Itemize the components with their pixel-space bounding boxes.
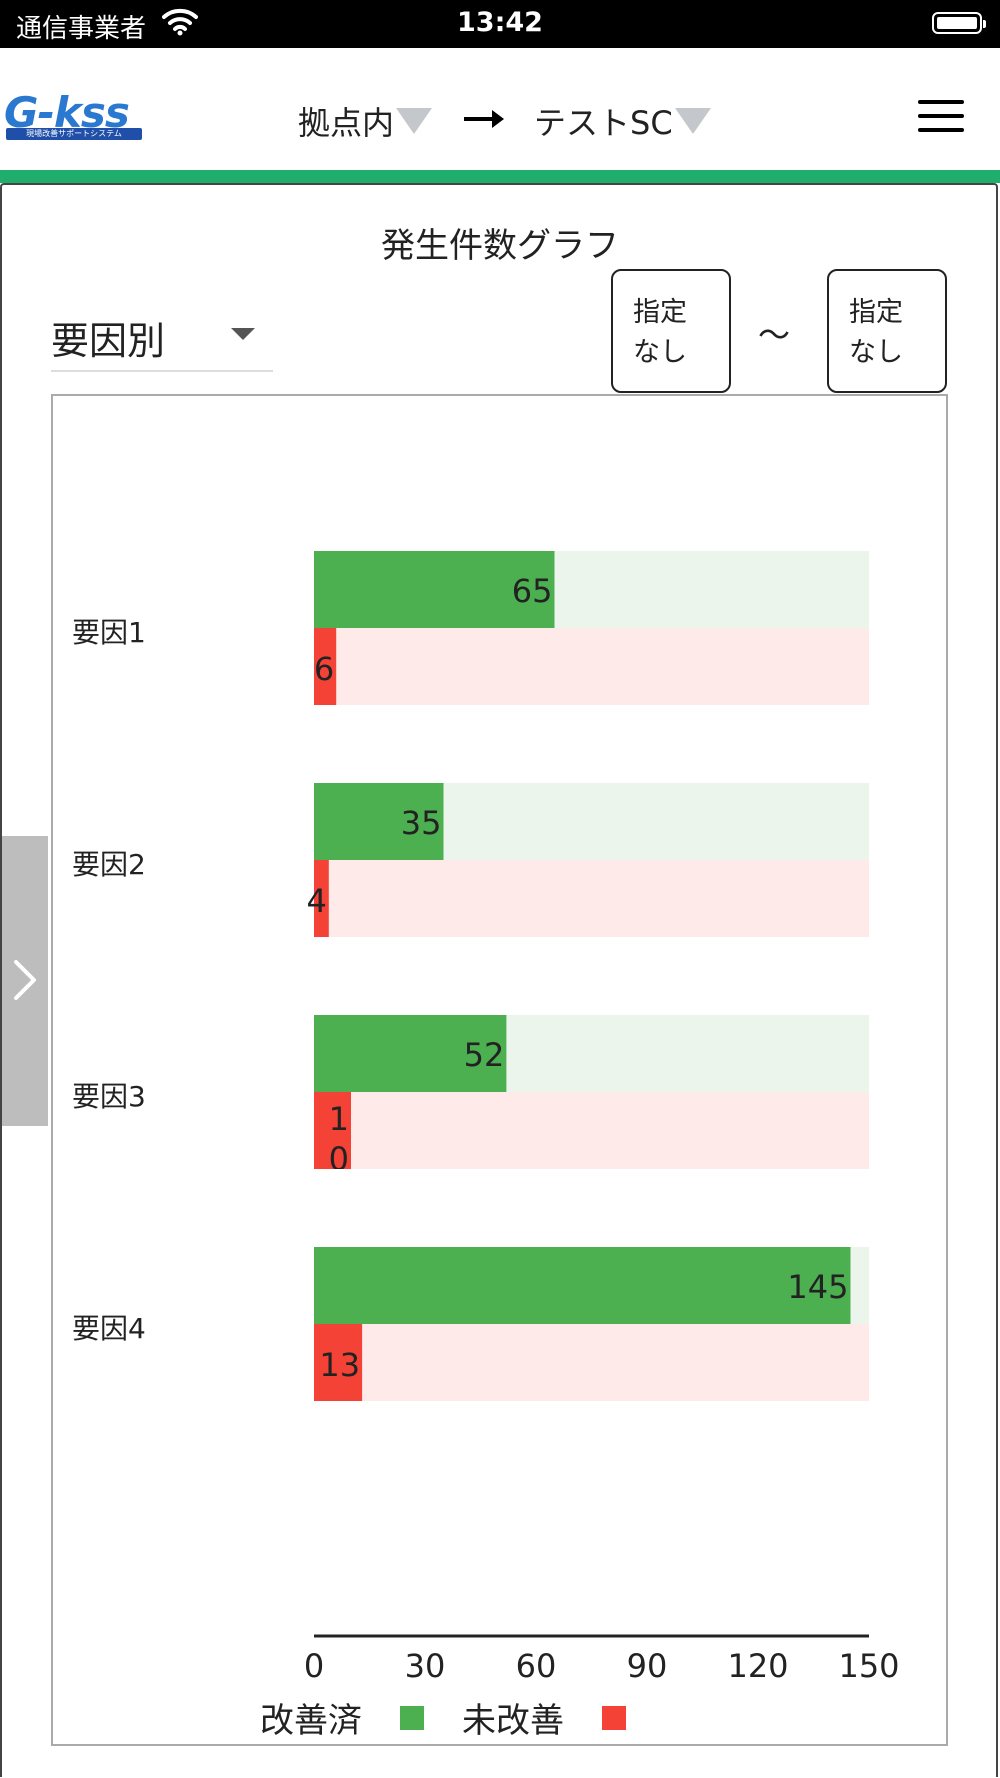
x-tick-label: 0 [304, 1647, 324, 1685]
x-tick-label: 90 [627, 1647, 668, 1685]
bar-chart: 要因1656要因2354要因3521 0要因4145130 30 60 90 120 150 [72, 551, 900, 1685]
improved-value-label: 52 [464, 1036, 505, 1074]
x-tick-label: 120 [727, 1647, 788, 1685]
legend-label-improved: 改善済 [260, 1701, 362, 1741]
unimproved-bar-track [314, 628, 869, 705]
side-drawer-toggle[interactable] [2, 836, 48, 1126]
legend-swatch-improved [400, 1705, 424, 1730]
improved-value-label: 145 [787, 1268, 848, 1306]
x-tick-label: 60 [516, 1647, 557, 1685]
chart-legend: 改善済 未改善 [260, 1693, 664, 1742]
unimproved-value-label: 4 [306, 882, 326, 920]
unimproved-bar-track [314, 860, 869, 937]
improved-value-label: 65 [512, 572, 553, 610]
unimproved-value-label: 13 [319, 1346, 360, 1384]
unimproved-bar-track [314, 1092, 869, 1169]
x-tick-label: 30 [405, 1647, 446, 1685]
unimproved-value-label: 6 [314, 650, 334, 688]
unimproved-bar-track [314, 1324, 869, 1401]
legend-swatch-unimproved [602, 1705, 626, 1730]
x-tick-label: 150 [838, 1647, 899, 1685]
legend-label-unimproved: 未改善 [462, 1701, 564, 1741]
chevron-right-icon [14, 960, 36, 1000]
category-label: 要因2 [72, 848, 146, 881]
improved-value-label: 35 [401, 804, 442, 842]
improved-bar [314, 1247, 851, 1324]
category-label: 要因4 [72, 1312, 146, 1345]
category-label: 要因3 [72, 1080, 146, 1113]
category-label: 要因1 [72, 616, 146, 649]
